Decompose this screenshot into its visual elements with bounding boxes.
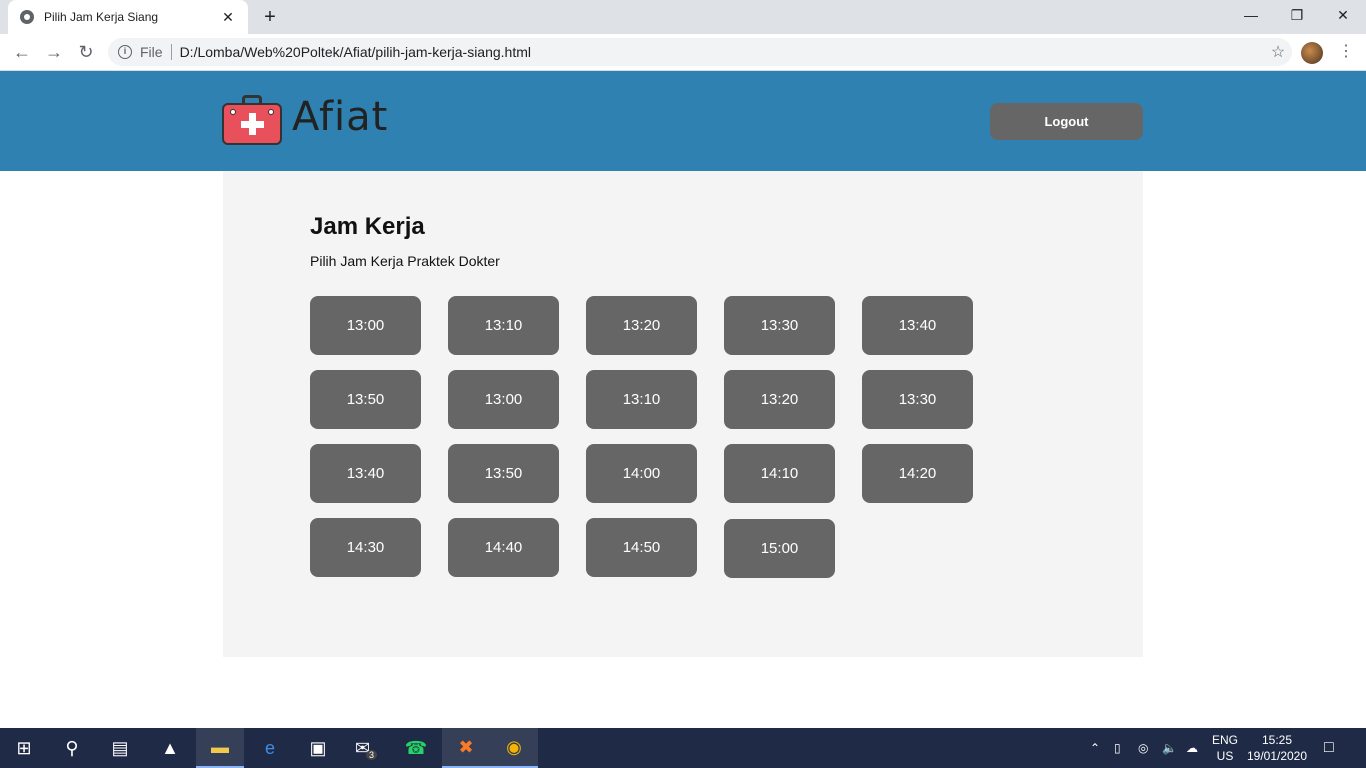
clock-time: 15:25 xyxy=(1261,733,1293,747)
time-slot-button[interactable]: 13:50 xyxy=(448,444,559,503)
page-subtitle: Pilih Jam Kerja Praktek Dokter xyxy=(310,253,500,269)
browser-tab-bar: Pilih Jam Kerja Siang ✕ + — ❐ ✕ xyxy=(0,0,1366,34)
language-indicator[interactable]: ENG US xyxy=(1208,732,1242,764)
time-slot-button[interactable]: 13:10 xyxy=(586,370,697,429)
app-icon[interactable]: ▲ xyxy=(146,728,194,768)
logout-button[interactable]: Logout xyxy=(990,103,1143,140)
time-slot-button[interactable]: 14:20 xyxy=(862,444,973,503)
url-text[interactable]: D:/Lomba/Web%20Poltek/Afiat/pilih-jam-ke… xyxy=(180,44,1264,60)
profile-avatar[interactable] xyxy=(1301,42,1323,64)
mail-icon[interactable]: ✉ 3 xyxy=(342,728,390,768)
time-slot-button[interactable]: 13:00 xyxy=(448,370,559,429)
main-panel: Jam Kerja Pilih Jam Kerja Praktek Dokter… xyxy=(223,171,1143,657)
time-slot-button[interactable]: 14:10 xyxy=(724,444,835,503)
medical-kit-icon xyxy=(222,95,282,145)
clock-date: 19/01/2020 xyxy=(1246,749,1308,763)
notifications-icon[interactable]: □ xyxy=(1324,728,1334,768)
xampp-icon[interactable]: ✖ xyxy=(442,728,490,768)
volume-muted-icon[interactable]: 🔈 xyxy=(1162,728,1177,768)
language-code: ENG xyxy=(1211,733,1238,747)
close-tab-icon[interactable]: ✕ xyxy=(220,9,236,26)
bookmark-star-icon[interactable]: ☆ xyxy=(1264,42,1292,62)
time-slot-button[interactable]: 14:00 xyxy=(586,444,697,503)
time-slot-button[interactable]: 14:40 xyxy=(448,518,559,577)
mail-badge: 3 xyxy=(366,750,378,760)
time-slot-button[interactable]: 13:40 xyxy=(310,444,421,503)
globe-icon xyxy=(20,10,34,24)
windows-start-icon[interactable]: ⊞ xyxy=(0,728,48,768)
time-slot-button[interactable]: 13:30 xyxy=(862,370,973,429)
clock[interactable]: 15:25 19/01/2020 xyxy=(1244,732,1310,764)
file-explorer-icon[interactable]: ▬ xyxy=(196,728,244,768)
time-slot-button[interactable]: 13:50 xyxy=(310,370,421,429)
site-header: Afiat Logout xyxy=(0,71,1366,171)
time-slot-button[interactable]: 13:20 xyxy=(724,370,835,429)
network-icon[interactable]: ◎ xyxy=(1138,728,1148,768)
time-slot-button[interactable]: 15:00 xyxy=(724,519,835,578)
search-icon[interactable]: ⚲ xyxy=(48,728,96,768)
logo-text: Afiat xyxy=(292,94,389,140)
time-slot-button[interactable]: 13:20 xyxy=(586,296,697,355)
time-slot-button[interactable]: 13:00 xyxy=(310,296,421,355)
browser-tab[interactable]: Pilih Jam Kerja Siang ✕ xyxy=(8,0,248,34)
address-bar[interactable]: i File D:/Lomba/Web%20Poltek/Afiat/pilih… xyxy=(108,38,1292,66)
windows-taskbar: ⊞ ⚲ ▤ ▲ ▬ e ▣ ✉ 3 ☎ ✖ ◉ ⌃ ▯ ◎ 🔈 ☁ ENG US … xyxy=(0,728,1366,768)
time-slot-button[interactable]: 14:50 xyxy=(586,518,697,577)
time-slot-button[interactable]: 13:40 xyxy=(862,296,973,355)
time-slot-button[interactable]: 13:10 xyxy=(448,296,559,355)
more-menu-icon[interactable]: ⋮ xyxy=(1336,40,1356,64)
time-slot-button[interactable]: 13:30 xyxy=(724,296,835,355)
close-window-icon[interactable]: ✕ xyxy=(1320,0,1366,30)
back-icon[interactable]: ← xyxy=(8,38,36,66)
store-icon[interactable]: ▣ xyxy=(294,728,342,768)
restore-icon[interactable]: ❐ xyxy=(1274,0,1320,30)
reload-icon[interactable]: ↻ xyxy=(72,38,100,66)
edge-icon[interactable]: e xyxy=(246,728,294,768)
info-icon[interactable]: i xyxy=(118,45,132,59)
new-tab-button[interactable]: + xyxy=(258,6,282,30)
forward-icon[interactable]: → xyxy=(40,38,68,66)
show-hidden-icons[interactable]: ⌃ xyxy=(1090,728,1100,768)
cloud-icon[interactable]: ☁ xyxy=(1186,728,1198,768)
site-logo[interactable]: Afiat xyxy=(222,91,389,145)
minimize-icon[interactable]: — xyxy=(1228,0,1274,30)
whatsapp-icon[interactable]: ☎ xyxy=(392,728,440,768)
time-slot-button[interactable]: 14:30 xyxy=(310,518,421,577)
task-view-icon[interactable]: ▤ xyxy=(96,728,144,768)
page-title: Jam Kerja xyxy=(310,213,425,240)
url-divider xyxy=(170,44,172,60)
tab-title: Pilih Jam Kerja Siang xyxy=(44,10,159,24)
url-scheme: File xyxy=(140,44,163,60)
browser-toolbar: ← → ↻ i File D:/Lomba/Web%20Poltek/Afiat… xyxy=(0,34,1366,71)
battery-icon[interactable]: ▯ xyxy=(1114,728,1121,768)
chrome-icon[interactable]: ◉ xyxy=(490,728,538,768)
keyboard-layout: US xyxy=(1216,749,1234,763)
